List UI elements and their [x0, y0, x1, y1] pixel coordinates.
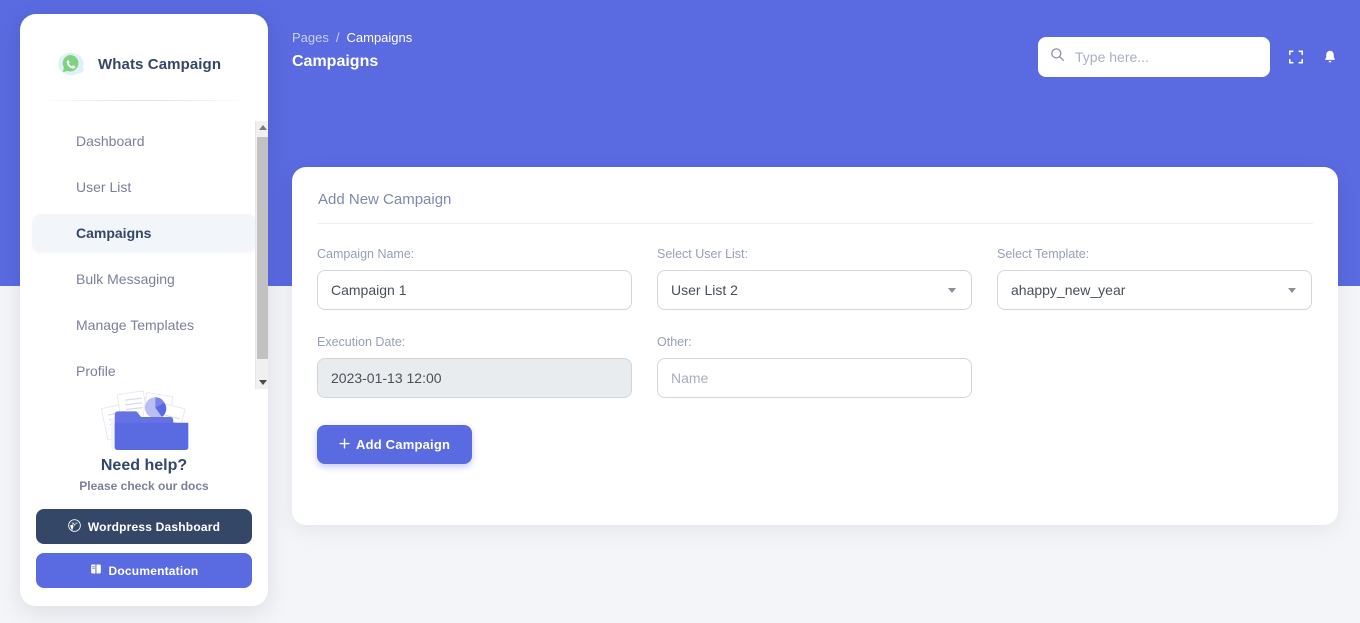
- plus-icon: [339, 437, 350, 452]
- field-spacer: [997, 335, 1312, 398]
- sidebar: Whats Campaign Dashboard User List Campa…: [20, 14, 268, 606]
- add-campaign-button[interactable]: Add Campaign: [317, 425, 473, 464]
- add-campaign-label: Add Campaign: [356, 437, 451, 452]
- wordpress-dashboard-button[interactable]: Wordpress Dashboard: [36, 509, 252, 544]
- wordpress-icon: [68, 518, 81, 535]
- sidebar-item-label: Dashboard: [76, 133, 145, 149]
- user-list-select[interactable]: User List 2: [657, 270, 972, 310]
- other-placeholder: Name: [671, 370, 709, 386]
- sidebar-item-label: User List: [76, 179, 132, 195]
- breadcrumb-parent[interactable]: Pages: [292, 30, 329, 45]
- campaign-name-value: Campaign 1: [331, 282, 407, 298]
- notifications-button[interactable]: [1322, 49, 1338, 65]
- other-label: Other:: [657, 335, 692, 349]
- sidebar-item-label: Bulk Messaging: [76, 271, 175, 287]
- folder-documents-icon: [36, 383, 252, 451]
- user-list-value: User List 2: [671, 282, 738, 298]
- sidebar-scrollbar[interactable]: [255, 121, 268, 389]
- card-title: Add New Campaign: [318, 191, 452, 208]
- fullscreen-button[interactable]: [1288, 49, 1304, 65]
- topbar: Pages / Campaigns Campaigns: [292, 30, 1338, 86]
- chevron-down-icon: [1288, 287, 1296, 293]
- scrollbar-thumb[interactable]: [257, 137, 268, 359]
- template-select[interactable]: ahappy_new_year: [997, 270, 1312, 310]
- search-icon: [1050, 47, 1065, 67]
- wordpress-dashboard-label: Wordpress Dashboard: [87, 519, 221, 534]
- submit-row: Add Campaign: [292, 398, 1338, 464]
- help-subtitle: Please check our docs: [79, 479, 209, 493]
- field-template: Select Template: ahappy_new_year: [997, 247, 1312, 310]
- campaign-form: Campaign Name: Campaign 1 Select User Li…: [292, 224, 1338, 398]
- chevron-up-icon: [258, 125, 267, 130]
- execution-date-input[interactable]: 2023-01-13 12:00: [317, 358, 632, 398]
- field-campaign-name: Campaign Name: Campaign 1: [317, 247, 632, 310]
- template-value: ahappy_new_year: [1011, 282, 1126, 298]
- sidebar-item-bulk-messaging[interactable]: Bulk Messaging: [32, 260, 256, 298]
- book-icon: [90, 563, 102, 578]
- search-input[interactable]: [1075, 49, 1258, 65]
- app-root: Whats Campaign Dashboard User List Campa…: [0, 0, 1360, 623]
- documentation-button[interactable]: Documentation: [36, 553, 252, 588]
- breadcrumb-current: Campaigns: [346, 30, 413, 45]
- whatsapp-icon: [56, 49, 86, 79]
- documentation-label: Documentation: [108, 563, 199, 578]
- scroll-up-button[interactable]: [256, 121, 268, 134]
- sidebar-item-user-list[interactable]: User List: [32, 168, 256, 206]
- execution-date-label: Execution Date:: [317, 335, 406, 349]
- add-campaign-card: Add New Campaign Campaign Name: Campaign…: [292, 167, 1338, 525]
- execution-date-value: 2023-01-13 12:00: [331, 370, 442, 386]
- topbar-actions: [1038, 37, 1338, 77]
- brand[interactable]: Whats Campaign: [20, 14, 268, 90]
- sidebar-item-label: Campaigns: [76, 225, 152, 241]
- search-box[interactable]: [1038, 37, 1270, 77]
- form-row-2: Execution Date: 2023-01-13 12:00 Other: …: [317, 335, 1313, 398]
- sidebar-divider: [38, 100, 250, 101]
- sidebar-nav: Dashboard User List Campaigns Bulk Messa…: [20, 112, 268, 392]
- field-execution-date: Execution Date: 2023-01-13 12:00: [317, 335, 632, 398]
- user-list-label: Select User List:: [657, 247, 749, 261]
- breadcrumb-separator: /: [335, 30, 340, 45]
- sidebar-item-campaigns[interactable]: Campaigns: [32, 214, 256, 252]
- brand-title: Whats Campaign: [98, 55, 222, 73]
- help-title: Need help?: [100, 457, 188, 474]
- chevron-down-icon: [948, 287, 956, 293]
- sidebar-item-label: Profile: [76, 363, 116, 379]
- campaign-name-label: Campaign Name:: [317, 247, 415, 261]
- other-input[interactable]: Name: [657, 358, 972, 398]
- field-other: Other: Name: [657, 335, 972, 398]
- field-user-list: Select User List: User List 2: [657, 247, 972, 310]
- template-label: Select Template:: [997, 247, 1090, 261]
- form-row-1: Campaign Name: Campaign 1 Select User Li…: [317, 247, 1313, 310]
- sidebar-item-manage-templates[interactable]: Manage Templates: [32, 306, 256, 344]
- sidebar-item-dashboard[interactable]: Dashboard: [32, 122, 256, 160]
- sidebar-item-label: Manage Templates: [76, 317, 195, 333]
- help-card: Need help? Please check our docs Wordpre…: [20, 383, 268, 606]
- campaign-name-input[interactable]: Campaign 1: [317, 270, 632, 310]
